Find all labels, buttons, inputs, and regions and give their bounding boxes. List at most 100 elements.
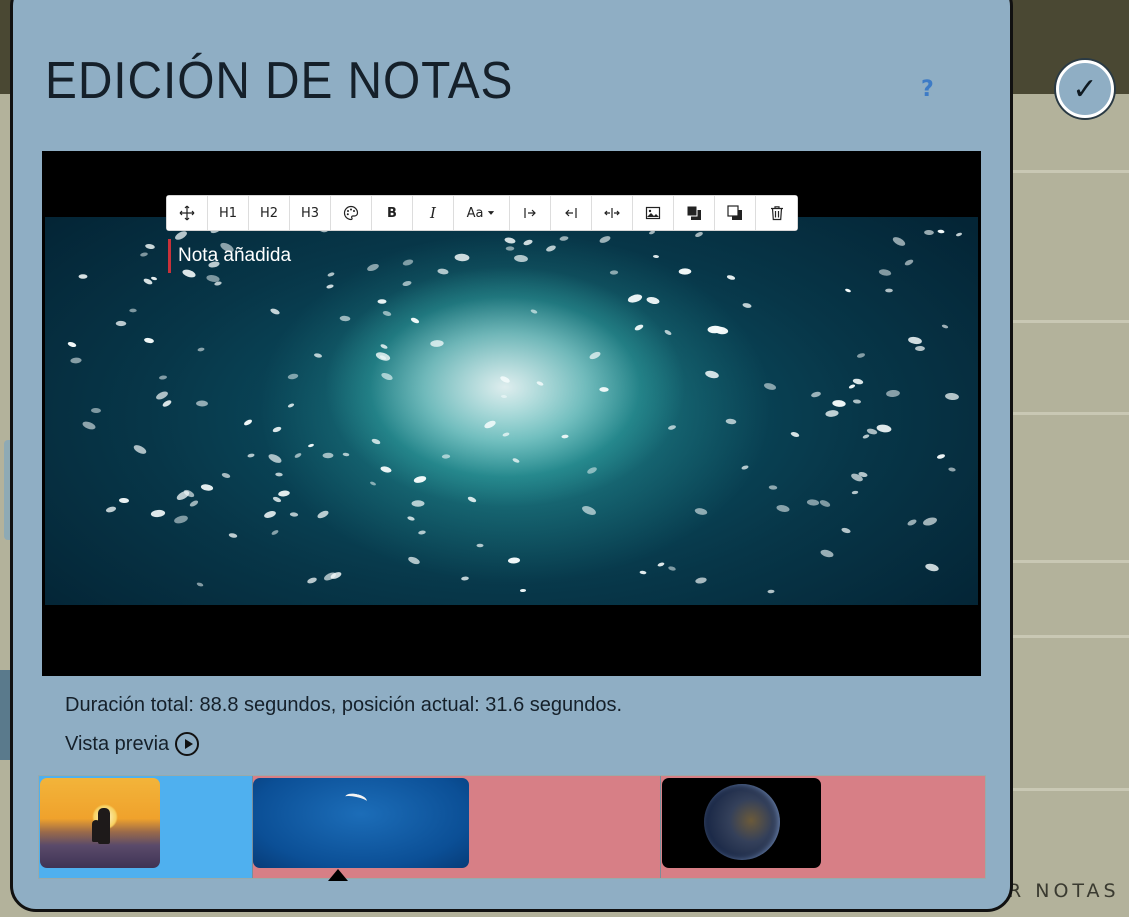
water-spray-dot — [678, 268, 691, 276]
background-divider — [1013, 320, 1129, 323]
background-divider — [1013, 412, 1129, 415]
water-spray-dot — [693, 506, 708, 516]
water-spray-dot — [530, 308, 538, 314]
italic-button[interactable]: I — [413, 196, 454, 230]
water-spray-dot — [454, 252, 470, 262]
water-spray-dot — [944, 391, 959, 401]
triangle-up-icon[interactable] — [328, 869, 348, 881]
water-spray-dot — [221, 472, 231, 479]
water-spray-dot — [907, 335, 923, 345]
water-spray-dot — [499, 374, 511, 384]
water-spray-dot — [407, 515, 416, 522]
image-icon[interactable] — [633, 196, 674, 230]
water-spray-dot — [513, 254, 528, 263]
water-spray-dot — [129, 308, 138, 313]
water-spray-dot — [653, 254, 660, 259]
water-spray-dot — [663, 328, 673, 336]
earth-at-night-thumbnail[interactable] — [662, 778, 821, 868]
water-spray-dot — [512, 457, 521, 464]
water-spray-dot — [520, 588, 527, 592]
timeline-segment-1[interactable] — [39, 776, 253, 878]
water-spray-dot — [270, 529, 279, 537]
heading-3-button[interactable]: H3 — [290, 196, 331, 230]
water-spray-dot — [476, 543, 484, 548]
water-spray-dot — [906, 518, 918, 527]
arrow-to-right-bar-icon[interactable] — [510, 196, 551, 230]
timeline[interactable] — [38, 775, 986, 879]
water-spray-dot — [197, 347, 205, 352]
water-spray-dot — [776, 503, 791, 513]
water-spray-dot — [322, 452, 334, 459]
water-spray-dot — [195, 581, 204, 588]
bring-to-front-icon[interactable] — [674, 196, 715, 230]
palette-icon[interactable] — [331, 196, 372, 230]
video-frame — [45, 217, 978, 605]
water-spray-dot — [558, 235, 569, 242]
note-editor-modal: EDICIÓN DE NOTAS ? H1 H2 H3 B I Aa Nota … — [10, 0, 1013, 912]
send-to-back-icon[interactable] — [715, 196, 756, 230]
water-spray-dot — [379, 465, 392, 474]
water-spray-dot — [461, 576, 470, 581]
water-spray-dot — [275, 472, 284, 477]
sunset-silhouette-thumbnail[interactable] — [40, 778, 160, 868]
water-spray-dot — [657, 562, 665, 568]
water-spray-dot — [588, 350, 602, 361]
water-spray-dot — [339, 315, 351, 322]
video-player[interactable]: H1 H2 H3 B I Aa Nota añadida — [42, 151, 981, 676]
water-spray-dot — [904, 258, 915, 267]
water-spray-dot — [105, 505, 118, 514]
water-spray-dot — [81, 420, 97, 432]
confirm-button[interactable]: ✓ — [1056, 60, 1114, 118]
water-spray-dot — [322, 570, 338, 582]
background-divider — [1013, 560, 1129, 563]
water-spray-dot — [741, 302, 752, 309]
preview-label: Vista previa — [65, 732, 170, 755]
bold-button[interactable]: B — [372, 196, 413, 230]
water-spray-dot — [885, 288, 894, 293]
water-spray-dot — [115, 320, 126, 326]
water-spray-dot — [189, 499, 200, 509]
font-size-dropdown[interactable]: Aa — [454, 196, 510, 230]
water-spray-dot — [891, 235, 907, 248]
timeline-segment-2[interactable] — [253, 776, 661, 878]
heading-1-button[interactable]: H1 — [208, 196, 249, 230]
water-spray-dot — [90, 408, 101, 414]
water-spray-dot — [132, 443, 148, 456]
water-spray-dot — [586, 466, 598, 476]
water-spray-dot — [374, 350, 392, 362]
arrow-to-left-bar-icon[interactable] — [551, 196, 592, 230]
heading-2-button[interactable]: H2 — [249, 196, 290, 230]
water-spray-dot — [377, 298, 387, 304]
water-spray-dot — [406, 555, 421, 566]
water-spray-dot — [668, 565, 677, 572]
water-spray-dot — [852, 398, 862, 404]
water-spray-dot — [441, 454, 450, 460]
expand-horizontal-icon[interactable] — [592, 196, 633, 230]
water-spray-dot — [704, 369, 720, 380]
water-spray-dot — [294, 452, 303, 459]
move-icon[interactable] — [167, 196, 208, 230]
bird-shape — [344, 791, 368, 807]
preview-button[interactable]: Vista previa — [65, 732, 200, 756]
water-spray-dot — [741, 464, 750, 471]
water-spray-dot — [437, 267, 449, 276]
water-spray-dot — [430, 339, 445, 348]
water-spray-dot — [196, 400, 209, 407]
water-spray-dot — [66, 341, 77, 349]
water-spray-dot — [955, 232, 963, 238]
water-spray-dot — [504, 236, 517, 245]
water-spray-dot — [924, 229, 935, 235]
water-spray-dot — [645, 295, 660, 305]
water-spray-dot — [306, 576, 318, 585]
timeline-segment-3[interactable] — [661, 776, 985, 878]
water-spray-dot — [269, 307, 281, 317]
blue-sky-bird-thumbnail[interactable] — [253, 778, 469, 868]
water-spray-dot — [307, 442, 315, 448]
added-note-text[interactable]: Nota añadida — [168, 239, 291, 273]
water-spray-dot — [832, 400, 846, 408]
water-spray-dot — [316, 509, 330, 520]
question-mark-icon[interactable]: ? — [921, 77, 934, 102]
water-spray-dot — [726, 274, 736, 281]
water-spray-dot — [561, 434, 569, 439]
trash-icon[interactable] — [756, 196, 797, 230]
